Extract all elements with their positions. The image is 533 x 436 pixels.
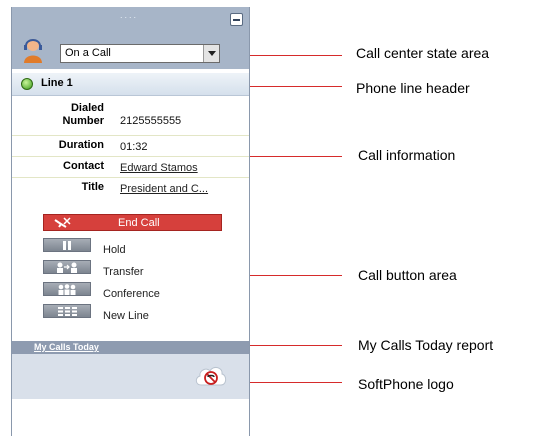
callout-softphone-logo: SoftPhone logo <box>358 376 454 392</box>
transfer-icon <box>57 262 77 273</box>
callout-call-information: Call information <box>358 147 456 163</box>
callout-call-center-state: Call center state area <box>356 45 490 61</box>
dialed-number-value: 2125555555 <box>120 115 182 127</box>
end-call-button[interactable]: End Call <box>43 214 222 231</box>
hang-up-icon <box>54 217 71 228</box>
minimize-button[interactable] <box>230 13 243 26</box>
line-title: Line 1 <box>41 77 73 89</box>
phone-line-header[interactable]: Line 1 <box>12 73 249 96</box>
duration-label: Duration <box>58 139 104 151</box>
call-state-value: On a Call <box>65 47 111 59</box>
callout-line-report <box>250 345 342 346</box>
conference-label: Conference <box>103 288 160 300</box>
drag-grip[interactable]: .... <box>120 11 138 20</box>
title-link[interactable]: President and C... <box>120 183 208 196</box>
hold-button[interactable] <box>43 238 91 252</box>
contact-link[interactable]: Edward Stamos <box>120 162 198 175</box>
softphone-panel: .... On a Call Line 1 Dialed Number 2125… <box>11 7 250 436</box>
info-row-duration: Duration 01:32 <box>12 136 249 157</box>
callout-line-state <box>250 55 342 56</box>
line-status-led-icon <box>21 78 33 90</box>
callout-phone-line-header: Phone line header <box>356 80 470 96</box>
callout-line-logo <box>250 382 342 383</box>
conference-icon <box>58 284 76 295</box>
callout-call-button-area: Call button area <box>358 267 457 283</box>
info-row-title: Title President and C... <box>12 178 249 198</box>
my-calls-today-link[interactable]: My Calls Today <box>34 341 99 354</box>
new-line-button[interactable] <box>43 304 91 318</box>
callout-line-buttons <box>250 275 342 276</box>
chevron-down-icon[interactable] <box>203 45 219 62</box>
duration-value: 01:32 <box>120 141 148 153</box>
title-label: Title <box>81 181 104 193</box>
call-center-state-area: .... On a Call <box>12 7 249 69</box>
new-line-label: New Line <box>103 310 149 322</box>
end-call-label: End Call <box>118 217 160 229</box>
contact-label: Contact <box>63 160 104 172</box>
hold-label: Hold <box>103 244 126 256</box>
pause-icon <box>63 241 71 250</box>
dialed-number-label: Dialed Number <box>62 102 104 127</box>
callout-line-header <box>250 86 342 87</box>
transfer-label: Transfer <box>103 266 144 278</box>
info-row-contact: Contact Edward Stamos <box>12 157 249 178</box>
conference-button[interactable] <box>43 282 91 296</box>
my-calls-today-bar: My Calls Today <box>12 341 249 354</box>
transfer-button[interactable] <box>43 260 91 274</box>
call-state-select[interactable]: On a Call <box>60 44 220 63</box>
info-row-dialed: Dialed Number 2125555555 <box>12 97 249 136</box>
keypad-icon <box>58 307 77 316</box>
softphone-logo-area <box>12 354 249 399</box>
callout-my-calls-today: My Calls Today report <box>358 337 494 353</box>
softphone-logo <box>195 366 227 386</box>
agent-headset-icon <box>24 39 42 63</box>
callout-line-info <box>250 156 342 157</box>
